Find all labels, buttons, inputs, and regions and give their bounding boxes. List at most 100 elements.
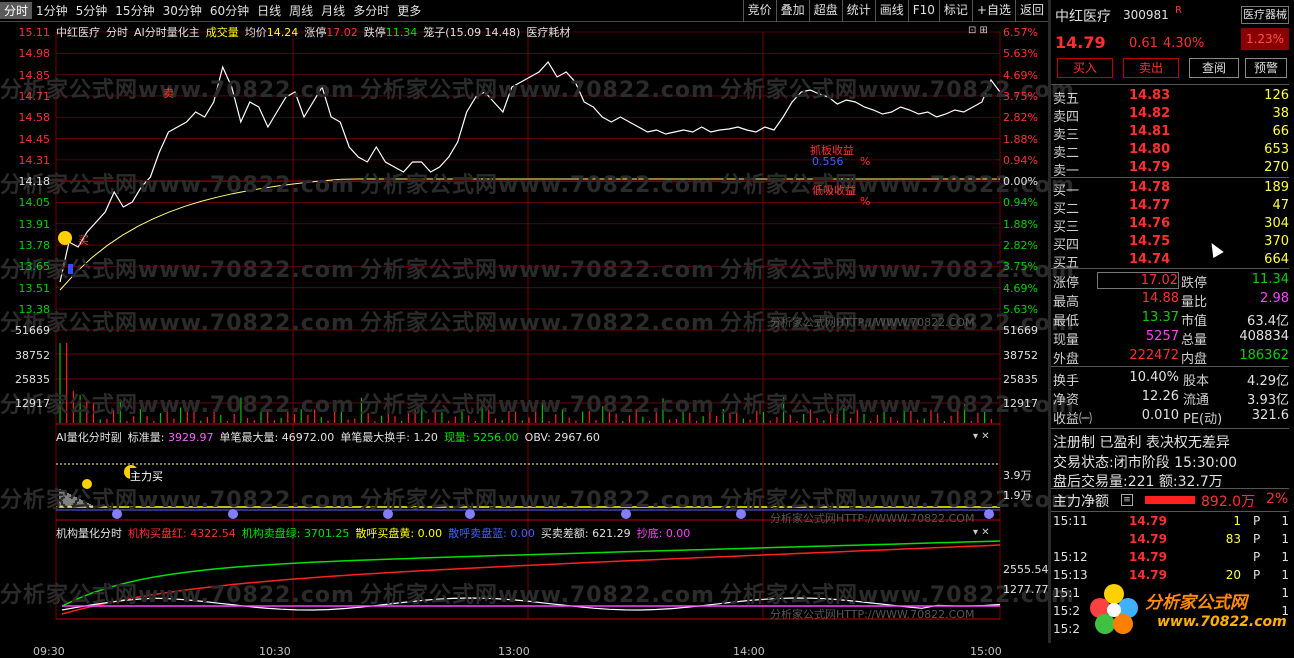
tick-volume: 1 [1233, 514, 1241, 528]
period-9[interactable]: 多分时 [349, 2, 393, 19]
watermark: 分析家公式网www.70822.com [0, 488, 355, 513]
separator [1051, 177, 1289, 178]
sell-mark: 卖 [163, 87, 174, 100]
tick-price: 14.79 [1129, 532, 1167, 546]
separator [1051, 84, 1289, 85]
period-1[interactable]: 1分钟 [32, 2, 72, 19]
time-axis-tick: 10:30 [259, 645, 291, 658]
stock-name: 中红医疗 [56, 26, 100, 39]
price-axis-tick: 14.31 [18, 153, 51, 167]
volume-axis-tick-right: 38752 [1003, 349, 1038, 362]
ask-label: 卖三 [1053, 128, 1080, 143]
sub2-close-icon[interactable]: ▾ ✕ [973, 527, 990, 538]
stat-value: 408834 [1239, 329, 1289, 344]
price-axis-tick: 15.11 [18, 26, 51, 39]
price-axis-tick: 13.38 [18, 303, 51, 316]
main-net-toggle-icon[interactable]: ≡ [1121, 494, 1133, 506]
ask-label: 卖五 [1053, 92, 1080, 107]
tool-6[interactable]: 标记 [938, 0, 972, 22]
separator [1051, 428, 1289, 429]
sub2-axis-tick: 2555.54 [1003, 563, 1049, 576]
sub1-turn-value: 1.20 [413, 431, 438, 444]
period-7[interactable]: 周线 [285, 2, 317, 19]
tick-price: 14.79 [1129, 550, 1167, 564]
sub2-yb-value: 0.00 [417, 527, 443, 540]
sell-button[interactable]: 卖出 [1123, 58, 1179, 78]
tool-0[interactable]: 竞价 [742, 0, 776, 22]
separator [1051, 511, 1289, 512]
volume-label: 成交量 [205, 26, 239, 39]
time-axis-tick: 09:30 [33, 645, 65, 658]
period-4[interactable]: 30分钟 [159, 2, 206, 19]
sub1-close-icon[interactable]: ▾ ✕ [973, 431, 990, 442]
sub2-red-value: 4322.54 [190, 527, 236, 540]
stat-label: 市值 [1181, 314, 1208, 329]
stat2-value: 4.29亿 [1247, 374, 1289, 389]
period-10[interactable]: 更多 [393, 2, 425, 19]
period-6[interactable]: 日线 [253, 2, 285, 19]
watermark: 分析家公式网www.70822.com [360, 583, 715, 608]
volume-axis-tick: 25835 [15, 373, 50, 386]
status-label: 交易状态: [1053, 455, 1114, 471]
period-3[interactable]: 15分钟 [111, 2, 158, 19]
stat-label: 涨停 [1053, 276, 1080, 291]
alert-button[interactable]: 预警 [1245, 58, 1287, 78]
quote-code-flag: R [1175, 5, 1182, 16]
price-axis-tick: 14.85 [18, 68, 51, 82]
period-2[interactable]: 5分钟 [72, 2, 112, 19]
tool-4[interactable]: 画线 [874, 0, 908, 22]
bid-volume: 189 [1264, 180, 1289, 195]
time-axis-tick: 15:00 [970, 645, 1002, 658]
tool-7[interactable]: +自选 [971, 0, 1015, 22]
sector-badge-button[interactable]: 医疗器械 [1241, 6, 1289, 24]
sub1-badge-label: 主力买 [130, 468, 163, 484]
sub2-diff-label: 买卖差额: [540, 527, 589, 540]
watermark: 分析家公式网www.70822.com [0, 258, 355, 283]
watermark: 分析家公式网www.70822.com [360, 173, 715, 198]
stat-value: 14.88 [1141, 291, 1179, 306]
sub2-bottom-value: 0.00 [665, 527, 691, 540]
ask-volume: 126 [1264, 88, 1289, 103]
tool-2[interactable]: 超盘 [808, 0, 842, 22]
watermark-small: 分析家公式网HTTP://WWW.70822.COM [770, 608, 975, 621]
tick-price: 14.79 [1129, 514, 1167, 528]
lookup-button[interactable]: 查阅 [1189, 58, 1239, 78]
ask-volume: 270 [1264, 160, 1289, 175]
logo-url: www.70822.com [1157, 614, 1287, 630]
panel-settings-icon[interactable]: ⊡ ⊞ [968, 25, 988, 36]
main-net-pct: 2% [1266, 491, 1289, 507]
ask-volume: 653 [1264, 142, 1289, 157]
watermark: 分析家公式网www.70822.com [360, 393, 715, 418]
sub2-yb-label: 散呼买盘黄: [355, 527, 415, 540]
sub2-axis-tick: 1277.77 [1003, 583, 1049, 596]
sub2-green-label: 机构卖盘绿: [241, 527, 301, 540]
sub1-std-value: 3929.97 [168, 431, 214, 444]
period-8[interactable]: 月线 [317, 2, 349, 19]
price-axis-tick: 14.58 [18, 111, 51, 125]
buy-button[interactable]: 买入 [1057, 58, 1113, 78]
period-5[interactable]: 60分钟 [206, 2, 253, 19]
tool-8[interactable]: 返回 [1014, 0, 1048, 22]
stat2-value: 0.010 [1141, 408, 1179, 423]
tick-flag: P [1253, 532, 1261, 546]
flower-logo-icon [1090, 584, 1138, 634]
cage-label: 笼子 [423, 26, 446, 39]
limit-up-value: 17.02 [326, 26, 358, 39]
pct-axis-tick: 6.57% [1003, 26, 1038, 39]
sub1-title: AI量化分时副 [56, 431, 122, 444]
tick-time: 15:12 [1053, 550, 1088, 564]
price-axis-tick: 14.18 [18, 175, 51, 189]
watermark-small: 分析家公式网HTTP://WWW.70822.COM [770, 316, 975, 329]
period-0[interactable]: 分时 [0, 2, 33, 19]
pct-axis-tick: 2.82% [1003, 239, 1038, 253]
price-axis-tick: 13.91 [18, 217, 51, 231]
sub1-legend: AI量化分时副 标准量: 3929.97 单笔最大量: 46972.00 单笔最… [56, 429, 600, 445]
quote-price: 14.79 [1055, 33, 1106, 52]
watermark: 分析家公式网www.70822.com [360, 78, 715, 103]
tool-3[interactable]: 统计 [841, 0, 875, 22]
volume-axis-tick: 38752 [15, 349, 50, 362]
tick-flag: P [1253, 514, 1261, 528]
tool-5[interactable]: F10 [907, 0, 939, 22]
status-value: 闭市阶段 [1113, 455, 1170, 471]
tool-1[interactable]: 叠加 [775, 0, 809, 22]
